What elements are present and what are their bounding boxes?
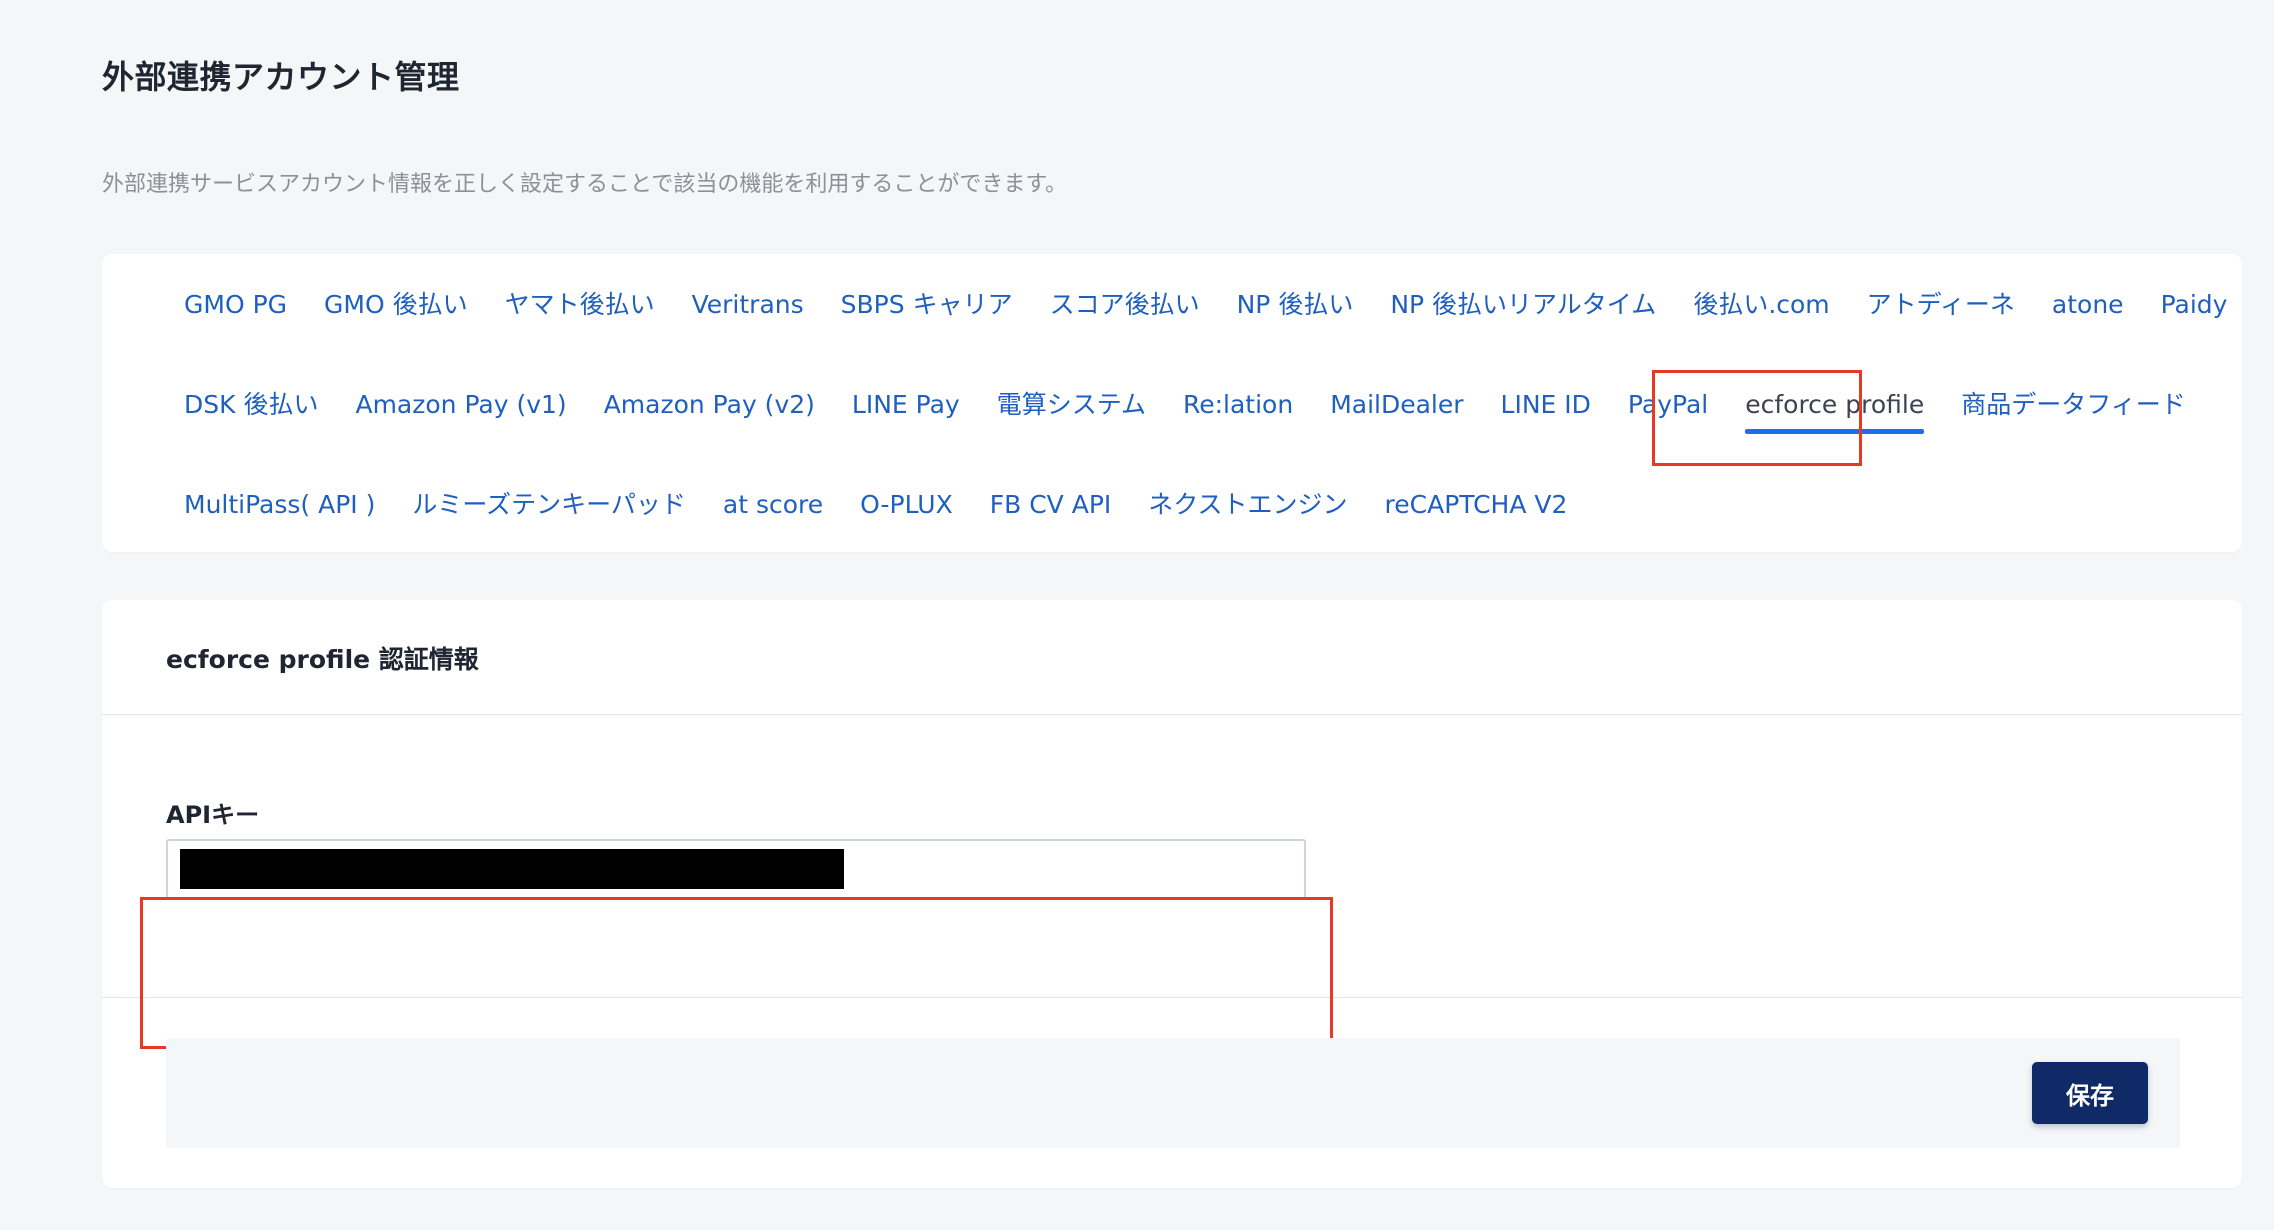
integration-tabs-card: GMO PG GMO 後払い ヤマト後払い Veritrans SBPS キャリ… <box>102 254 2242 552</box>
tab-line-id[interactable]: LINE ID <box>1501 388 1591 422</box>
tab-row-2: DSK 後払い Amazon Pay (v1) Amazon Pay (v2) … <box>184 388 2223 434</box>
tab-row-1: GMO PG GMO 後払い ヤマト後払い Veritrans SBPS キャリ… <box>184 288 2264 322</box>
tab-densan-system[interactable]: 電算システム <box>997 388 1146 422</box>
tab-product-data-feed[interactable]: 商品データフィード <box>1961 388 2186 422</box>
tab-atodine[interactable]: アトディーネ <box>1867 288 2015 322</box>
tab-fb-cv-api[interactable]: FB CV API <box>990 488 1112 522</box>
tab-line-pay[interactable]: LINE Pay <box>852 388 960 422</box>
tab-amazon-pay-v2[interactable]: Amazon Pay (v2) <box>604 388 815 422</box>
api-key-highlight-box <box>140 897 1333 1049</box>
tab-row-3: MultiPass( API ) ルミーズテンキーパッド at score O-… <box>184 488 1604 522</box>
credentials-form-card: ecforce profile 認証情報 APIキー 保存 <box>102 600 2242 1188</box>
section-title: ecforce profile 認証情報 <box>166 645 479 674</box>
tab-score-atobarai[interactable]: スコア後払い <box>1050 288 1200 322</box>
tab-remise-tenkey-pad[interactable]: ルミーズテンキーパッド <box>412 488 686 522</box>
tab-amazon-pay-v1[interactable]: Amazon Pay (v1) <box>355 388 566 422</box>
tab-next-engine[interactable]: ネクストエンジン <box>1148 488 1347 522</box>
tab-gmo-pg[interactable]: GMO PG <box>184 288 287 322</box>
tab-dsk-atobarai[interactable]: DSK 後払い <box>184 388 318 422</box>
tab-np-atobarai[interactable]: NP 後払い <box>1237 288 1354 322</box>
redacted-api-key-value <box>180 849 844 889</box>
tab-atone[interactable]: atone <box>2052 288 2124 322</box>
tab-np-atobarai-realtime[interactable]: NP 後払いリアルタイム <box>1390 288 1656 322</box>
api-key-input[interactable] <box>166 839 1306 899</box>
tab-yamato-atobarai[interactable]: ヤマト後払い <box>505 288 655 322</box>
tab-sbps-carrier[interactable]: SBPS キャリア <box>841 288 1013 322</box>
form-body: APIキー <box>102 715 2242 1049</box>
tab-maildealer[interactable]: MailDealer <box>1330 388 1463 422</box>
api-key-label: APIキー <box>166 801 260 829</box>
tab-ecforce-profile[interactable]: ecforce profile <box>1745 388 1925 434</box>
tab-at-score[interactable]: at score <box>723 488 823 522</box>
tab-atobarai-com[interactable]: 後払い.com <box>1693 288 1829 322</box>
tab-veritrans[interactable]: Veritrans <box>692 288 804 322</box>
page-title: 外部連携アカウント管理 <box>102 58 460 96</box>
tab-o-plux[interactable]: O-PLUX <box>860 488 953 522</box>
form-footer-bar: 保存 <box>166 1038 2180 1148</box>
tab-recaptcha-v2[interactable]: reCAPTCHA V2 <box>1385 488 1568 522</box>
tab-paidy[interactable]: Paidy <box>2161 288 2228 322</box>
save-button[interactable]: 保存 <box>2032 1062 2148 1124</box>
tab-relation[interactable]: Re:lation <box>1183 388 1293 422</box>
page-description: 外部連携サービスアカウント情報を正しく設定することで該当の機能を利用することがで… <box>102 172 1068 197</box>
tab-gmo-atobarai[interactable]: GMO 後払い <box>324 288 468 322</box>
form-card-header: ecforce profile 認証情報 <box>102 600 2242 715</box>
tab-paypal[interactable]: PayPal <box>1628 388 1708 422</box>
tab-multipass-api[interactable]: MultiPass( API ) <box>184 488 375 522</box>
